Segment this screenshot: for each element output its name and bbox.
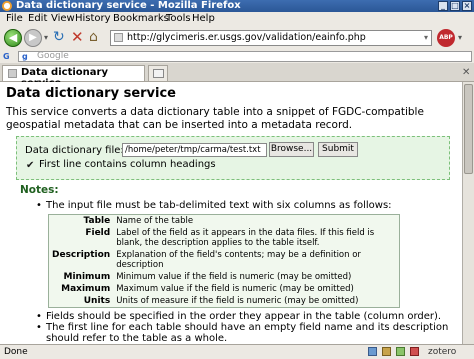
- scrollbar-thumb[interactable]: [464, 84, 473, 174]
- column-description: Units of measure if the field is numeric…: [116, 296, 359, 306]
- column-key: Units: [83, 296, 111, 306]
- column-definitions-table: Table Name of the table Field Label of the…: [48, 214, 400, 308]
- checkbox-label: First line contains column headings: [39, 159, 216, 170]
- new-tab-icon: [153, 69, 164, 78]
- firefox-icon: ●: [2, 1, 12, 11]
- note-input-format: The input file must be tab-delimited tex…: [46, 200, 392, 211]
- forward-button[interactable]: ▶: [24, 29, 42, 47]
- file-label: Data dictionary file:: [25, 145, 124, 156]
- status-addon-icon[interactable]: [410, 347, 419, 356]
- headings-checkbox[interactable]: ✔: [26, 161, 35, 171]
- upload-form: Data dictionary file: /home/peter/tmp/ca…: [16, 136, 450, 180]
- column-key: Field: [85, 228, 111, 238]
- search-toolbar: G g Google: [0, 50, 474, 63]
- browse-button[interactable]: Browse...: [269, 142, 314, 157]
- file-path-input[interactable]: /home/peter/tmp/carma/test.txt: [122, 143, 267, 157]
- menu-tools[interactable]: Tools: [166, 13, 191, 25]
- table-row: Maximum Maximum value if the field is num…: [49, 283, 400, 295]
- column-key: Minimum: [63, 272, 111, 282]
- note-field-order: Fields should be specified in the order …: [46, 311, 442, 322]
- table-row: Table Name of the table: [49, 215, 400, 228]
- site-favicon-icon: [114, 33, 123, 42]
- status-text: Done: [4, 347, 28, 357]
- menu-file[interactable]: File: [6, 13, 23, 25]
- window-titlebar: ● Data dictionary service - Mozilla Fire…: [0, 0, 474, 12]
- navigation-toolbar: ◀ ▶ ▾ ↻ ✕ ⌂ http://glycimeris.er.usgs.go…: [0, 26, 474, 50]
- google-icon: g: [22, 52, 28, 61]
- url-bar[interactable]: http://glycimeris.er.usgs.gov/validation…: [110, 30, 432, 46]
- adblock-plus-icon[interactable]: ABP: [437, 29, 455, 47]
- note-table-line: The first line for each table should hav…: [46, 322, 449, 344]
- intro-text: This service converts a data dictionary …: [6, 106, 424, 131]
- notes-list: The input file must be tab-delimited tex…: [36, 200, 456, 344]
- window-title: Data dictionary service - Mozilla Firefo…: [16, 0, 241, 11]
- column-key: Table: [83, 216, 111, 226]
- column-description: Explanation of the field's contents; may…: [116, 250, 361, 270]
- submit-button[interactable]: Submit: [318, 142, 358, 157]
- menu-view[interactable]: View: [51, 13, 75, 25]
- tab-bar: Data dictionary service ✕: [0, 63, 474, 89]
- url-dropdown-icon[interactable]: ▾: [424, 31, 428, 45]
- history-dropdown-icon[interactable]: ▾: [44, 33, 48, 42]
- search-placeholder: Google: [37, 51, 69, 61]
- table-row: Minimum Minimum value if the field is num…: [49, 271, 400, 283]
- table-row: Field Label of the field as it appears in…: [49, 227, 400, 249]
- status-addon-icon[interactable]: [396, 347, 405, 356]
- list-item: The input file must be tab-delimited tex…: [36, 200, 456, 308]
- menu-history[interactable]: History: [75, 13, 111, 25]
- column-key: Maximum: [61, 284, 111, 294]
- zotero-button[interactable]: zotero: [428, 346, 456, 358]
- status-bar: Done zotero: [0, 344, 474, 359]
- status-addon-icon[interactable]: [368, 347, 377, 356]
- minimize-button[interactable]: _: [438, 1, 448, 11]
- menu-help[interactable]: Help: [192, 13, 215, 25]
- page-title: Data dictionary service: [6, 86, 177, 101]
- google-toolbar-icon[interactable]: G: [3, 51, 15, 62]
- column-description: Label of the field as it appears in the …: [116, 228, 375, 248]
- status-addon-icon[interactable]: [382, 347, 391, 356]
- url-text: http://glycimeris.er.usgs.gov/validation…: [127, 32, 366, 43]
- reload-icon[interactable]: ↻: [53, 30, 67, 44]
- close-button[interactable]: ×: [462, 1, 472, 11]
- new-tab-button[interactable]: [148, 65, 168, 81]
- maximize-button[interactable]: □: [450, 1, 460, 11]
- stop-icon[interactable]: ✕: [71, 30, 85, 45]
- tab-close-icon[interactable]: ✕: [462, 67, 470, 78]
- adblock-dropdown-icon[interactable]: ▾: [458, 33, 462, 42]
- notes-heading: Notes:: [20, 184, 59, 196]
- menu-bar: File Edit View History Bookmarks Tools H…: [0, 12, 474, 26]
- page-content: Data dictionary service This service con…: [0, 82, 474, 344]
- page-scrollbar[interactable]: [462, 82, 474, 344]
- menu-bookmarks[interactable]: Bookmarks: [113, 13, 169, 25]
- list-item: The first line for each table should hav…: [36, 322, 456, 344]
- table-row: Description Explanation of the field's co…: [49, 249, 400, 271]
- menu-edit[interactable]: Edit: [28, 13, 47, 25]
- list-item: Fields should be specified in the order …: [36, 311, 456, 322]
- column-description: Maximum value if the field is numeric (m…: [116, 284, 354, 294]
- google-search-input[interactable]: g Google: [18, 51, 472, 62]
- back-button[interactable]: ◀: [4, 29, 22, 47]
- table-row: Units Units of measure if the field is nu…: [49, 295, 400, 308]
- column-description: Name of the table: [116, 216, 194, 226]
- tab-data-dictionary[interactable]: Data dictionary service: [2, 65, 145, 89]
- column-key: Description: [52, 250, 111, 260]
- column-description: Minimum value if the field is numeric (m…: [116, 272, 352, 282]
- tab-favicon-icon: [8, 69, 17, 78]
- home-icon[interactable]: ⌂: [89, 30, 105, 44]
